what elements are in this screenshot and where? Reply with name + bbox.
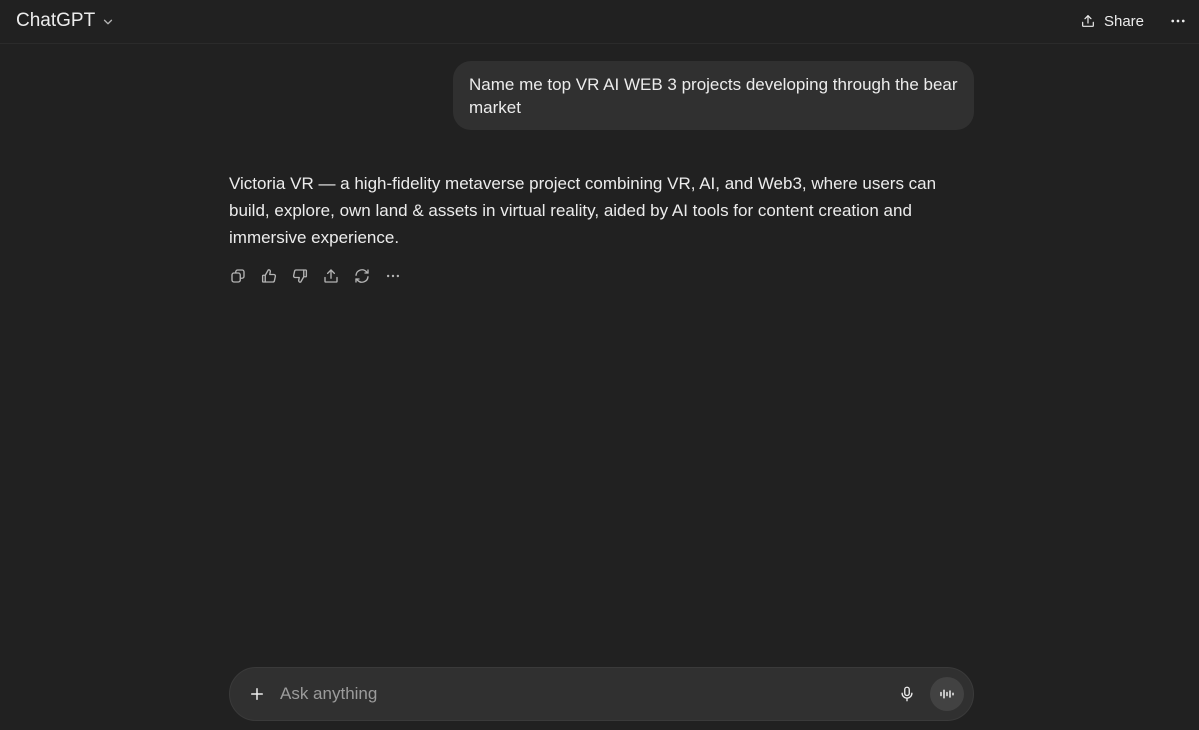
share-icon [1082, 15, 1094, 27]
message-more-button[interactable] [381, 263, 405, 289]
chevron-down-icon [104, 19, 113, 25]
microphone-icon [901, 686, 913, 702]
regenerate-button[interactable] [350, 263, 374, 289]
message-actions [226, 263, 405, 289]
thumbs-down-icon [292, 269, 308, 283]
add-attachment-button[interactable] [244, 681, 270, 707]
user-message: Name me top VR AI WEB 3 projects develop… [453, 61, 974, 130]
thumbs-up-icon [261, 269, 277, 283]
copy-icon [231, 269, 245, 283]
dictate-button[interactable] [894, 681, 920, 707]
model-name: ChatGPT [16, 10, 96, 31]
plus-icon [251, 688, 263, 700]
audio-waveform-icon [940, 689, 954, 699]
assistant-message: Victoria VR — a high-fidelity metaverse … [229, 174, 937, 247]
bad-response-button[interactable] [288, 263, 312, 289]
composer [229, 667, 974, 721]
voice-mode-button[interactable] [930, 677, 964, 711]
chat-app: ChatGPT Share Name me top VR AI WEB 3 pr… [0, 0, 1199, 730]
more-options-button[interactable] [1164, 8, 1192, 34]
more-horizontal-icon [386, 274, 400, 278]
copy-button[interactable] [226, 263, 250, 289]
prompt-input[interactable] [280, 680, 880, 708]
model-selector[interactable]: ChatGPT [8, 6, 123, 36]
regenerate-icon [355, 269, 369, 283]
share-message-button[interactable] [319, 263, 343, 289]
share-button[interactable]: Share [1070, 6, 1154, 36]
more-horizontal-icon [1171, 19, 1185, 23]
share-label: Share [1103, 12, 1144, 30]
good-response-button[interactable] [257, 263, 281, 289]
share-icon [324, 269, 338, 283]
top-bar: ChatGPT Share [0, 0, 1199, 44]
